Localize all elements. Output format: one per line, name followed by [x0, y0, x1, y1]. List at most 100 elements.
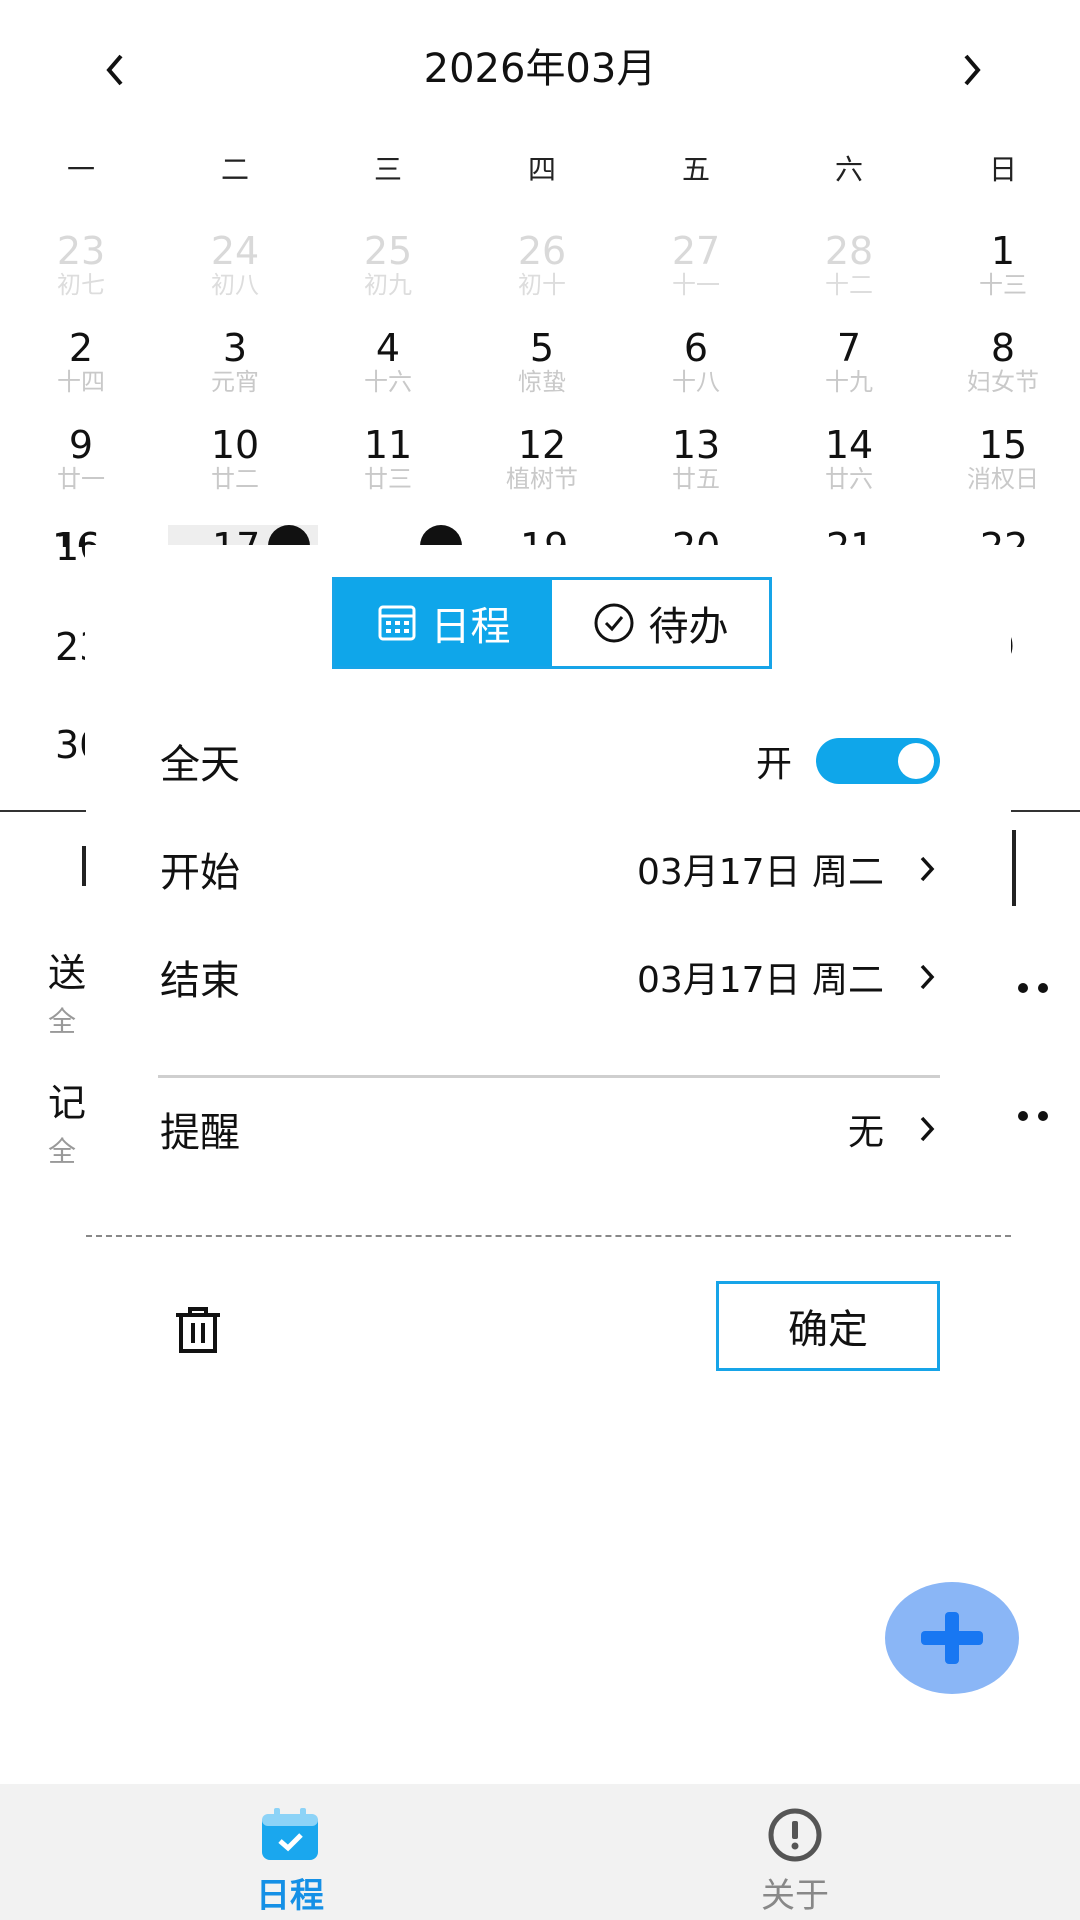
- weekday-label: 六: [834, 153, 863, 186]
- lunar-date: 十一: [672, 271, 720, 299]
- allday-label: 全天: [160, 742, 240, 788]
- lunar-date: 初七: [57, 271, 105, 299]
- calendar-day-cell[interactable]: 1 十三: [926, 230, 1080, 326]
- check-circle-icon: [594, 603, 633, 643]
- calendar-day-cell[interactable]: 9 廿一: [4, 424, 158, 520]
- lunar-date: 十六: [364, 368, 412, 396]
- day-number: 4: [375, 326, 401, 370]
- lunar-date: 初九: [364, 271, 412, 299]
- nav-label: 日程: [256, 1876, 324, 1916]
- day-number: 8: [990, 326, 1016, 370]
- day-number: 27: [671, 229, 721, 273]
- add-event-button[interactable]: [885, 1582, 1019, 1694]
- calendar-day-cell[interactable]: 12 植树节: [465, 424, 619, 520]
- day-number[interactable]: 21: [826, 525, 874, 547]
- weekday-label: 二: [220, 153, 249, 186]
- tab-label: 待办: [648, 604, 729, 650]
- calendar-day-cell[interactable]: 4 十六: [311, 327, 465, 423]
- calendar-day-cell[interactable]: 7 十九: [772, 327, 926, 423]
- chevron-right-icon: [920, 856, 935, 882]
- day-number[interactable]: 17: [212, 525, 260, 547]
- delete-button[interactable]: [170, 1301, 226, 1357]
- weekday-label: 一: [66, 153, 95, 186]
- calendar-day-cell[interactable]: 27 十一: [619, 230, 773, 326]
- event-subtitle: 全: [48, 1005, 77, 1038]
- day-number: 14: [824, 423, 874, 467]
- day-number: 26: [517, 229, 567, 273]
- lunar-date: 廿五: [672, 465, 720, 493]
- start-row[interactable]: 开始 03月17日 周二: [160, 839, 940, 899]
- calendar-day-cell[interactable]: 10 廿二: [158, 424, 312, 520]
- tab-todo[interactable]: 待办: [552, 580, 769, 666]
- calendar-day-cell[interactable]: 11 廿三: [311, 424, 465, 520]
- lunar-date: 廿六: [825, 465, 873, 493]
- calendar-check-icon: [262, 1808, 318, 1860]
- start-label: 开始: [160, 850, 240, 896]
- nav-label: 关于: [761, 1876, 829, 1916]
- start-value: 03月17日 周二: [636, 852, 884, 893]
- reminder-label: 提醒: [160, 1110, 240, 1156]
- day-number: 3: [222, 326, 248, 370]
- nav-about[interactable]: 关于: [525, 1784, 1065, 1920]
- day-number: 10: [210, 423, 260, 467]
- weekday-label: 三: [373, 153, 402, 186]
- day-number[interactable]: 30: [55, 723, 85, 767]
- end-label: 结束: [160, 958, 240, 1004]
- event-marker: [420, 525, 462, 547]
- day-number[interactable]: 16: [55, 525, 85, 569]
- calendar-day-cell[interactable]: 3 元宵: [158, 327, 312, 423]
- tab-label: 日程: [430, 604, 511, 650]
- reminder-row[interactable]: 提醒 无: [160, 1099, 940, 1159]
- day-number[interactable]: 9: [1011, 625, 1015, 669]
- lunar-date: 初十: [518, 271, 566, 299]
- day-number: 9: [68, 423, 94, 467]
- lunar-date: 十九: [825, 368, 873, 396]
- calendar-day-cell[interactable]: 28 十二: [772, 230, 926, 326]
- plus-icon: [921, 1612, 983, 1664]
- end-value: 03月17日 周二: [636, 960, 884, 1001]
- month-title: 2026年03月: [423, 46, 657, 92]
- chevron-right-icon: [964, 54, 981, 86]
- confirm-button[interactable]: 确定: [716, 1281, 940, 1371]
- lunar-date: 十二: [825, 271, 873, 299]
- day-number: 2: [68, 326, 94, 370]
- nav-schedule[interactable]: 日程: [20, 1784, 560, 1920]
- day-number[interactable]: 19: [520, 525, 568, 547]
- event-title[interactable]: 记: [48, 1072, 86, 1127]
- day-number: 23: [56, 229, 106, 273]
- day-number: 5: [529, 326, 555, 370]
- day-number: 1: [990, 229, 1016, 273]
- calendar-day-cell[interactable]: 24 初八: [158, 230, 312, 326]
- lunar-date: 十四: [57, 368, 105, 396]
- calendar-day-cell[interactable]: 2 十四: [4, 327, 158, 423]
- end-row[interactable]: 结束 03月17日 周二: [160, 947, 940, 1007]
- partial-week-row: 16 17 19 20 21 22: [0, 525, 1080, 547]
- calendar-day-cell[interactable]: 26 初十: [465, 230, 619, 326]
- lunar-date: 廿三: [364, 465, 412, 493]
- calendar-day-cell[interactable]: 6 十八: [619, 327, 773, 423]
- next-month-button[interactable]: [942, 40, 1002, 100]
- bottom-nav: 日程 关于: [0, 1784, 1080, 1920]
- lunar-date: 妇女节: [967, 368, 1039, 396]
- allday-state: 开: [755, 744, 792, 785]
- day-number: 6: [683, 326, 709, 370]
- calendar-day-cell[interactable]: 5 惊蛰: [465, 327, 619, 423]
- tab-schedule[interactable]: 日程: [335, 580, 552, 666]
- calendar-day-cell[interactable]: 13 廿五: [619, 424, 773, 520]
- event-editor-dialog: 日程 待办 全天 开 开始 03月17日 周二 结束 03月17日 周二 提醒 …: [86, 545, 1011, 1400]
- calendar-day-cell[interactable]: 8 妇女节: [926, 327, 1080, 423]
- day-number[interactable]: 23: [55, 625, 85, 669]
- event-title[interactable]: 送: [48, 942, 86, 997]
- allday-toggle[interactable]: [816, 738, 940, 784]
- lunar-date: 元宵: [211, 368, 259, 396]
- partial-left-column: 16 23 30: [55, 525, 85, 795]
- event-subtitle: 全: [48, 1135, 77, 1168]
- list-marker: [1012, 830, 1016, 906]
- calendar-day-cell[interactable]: 25 初九: [311, 230, 465, 326]
- calendar-day-cell[interactable]: 14 廿六: [772, 424, 926, 520]
- calendar-day-cell[interactable]: 15 消权日: [926, 424, 1080, 520]
- calendar-day-cell[interactable]: 23 初七: [4, 230, 158, 326]
- day-number: 12: [517, 423, 567, 467]
- day-number[interactable]: 20: [672, 525, 720, 547]
- trash-icon: [176, 1307, 220, 1353]
